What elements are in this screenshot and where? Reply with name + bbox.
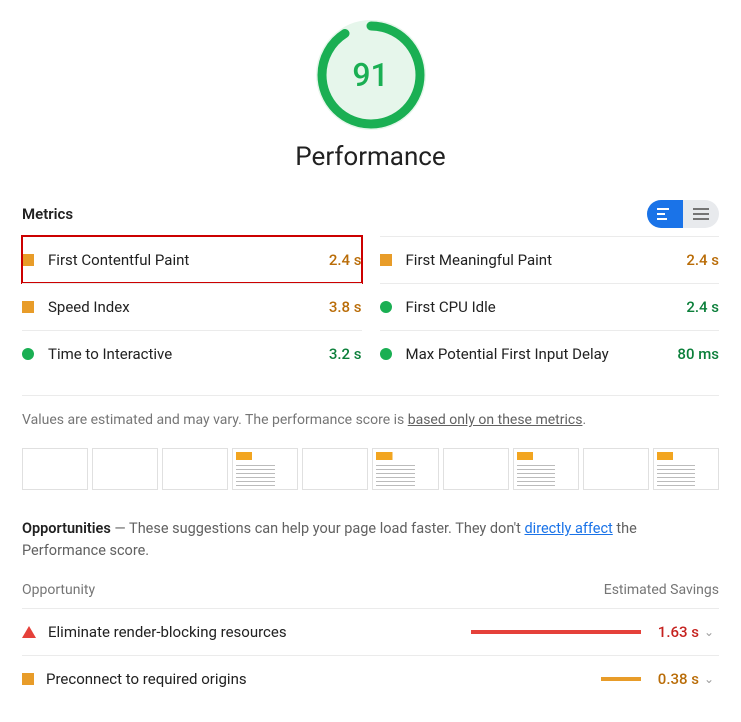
metric-value: 2.4 s bbox=[686, 298, 719, 316]
opportunities-header-row: Opportunity Estimated Savings bbox=[22, 582, 719, 608]
filmstrip-frame bbox=[232, 448, 298, 490]
performance-header: 91 Performance bbox=[22, 20, 719, 172]
filmstrip-frame bbox=[22, 448, 88, 490]
lines-long-icon bbox=[693, 208, 709, 220]
metric-name: Max Potential First Input Delay bbox=[406, 345, 678, 363]
circle-icon bbox=[22, 348, 34, 360]
chevron-down-icon: ⌄ bbox=[699, 625, 719, 639]
metric-name: First Contentful Paint bbox=[48, 251, 329, 269]
metric-value: 80 ms bbox=[677, 345, 719, 363]
square-icon bbox=[22, 301, 34, 313]
triangle-icon bbox=[22, 626, 36, 638]
savings-bar bbox=[441, 630, 641, 634]
directly-affect-link[interactable]: directly affect bbox=[524, 520, 612, 537]
metric-row[interactable]: Max Potential First Input Delay80 ms bbox=[380, 330, 720, 377]
savings-col-label: Estimated Savings bbox=[604, 582, 719, 598]
metric-row[interactable]: Speed Index3.8 s bbox=[22, 283, 362, 330]
circle-icon bbox=[380, 348, 392, 360]
metrics-heading: Metrics bbox=[22, 205, 73, 223]
opportunity-value: 1.63 s bbox=[641, 623, 699, 641]
opportunity-value: 0.38 s bbox=[641, 670, 699, 688]
filmstrip-frame bbox=[653, 448, 719, 490]
metric-row[interactable]: Time to Interactive3.2 s bbox=[22, 330, 362, 377]
metric-value: 3.8 s bbox=[329, 298, 362, 316]
opportunities-intro: Opportunities — These suggestions can he… bbox=[22, 518, 719, 562]
chevron-down-icon: ⌄ bbox=[699, 672, 719, 686]
metric-value: 3.2 s bbox=[329, 345, 362, 363]
filmstrip-frame bbox=[513, 448, 579, 490]
metric-name: First CPU Idle bbox=[406, 298, 687, 316]
view-compact-button[interactable] bbox=[647, 200, 683, 228]
filmstrip-frame bbox=[583, 448, 649, 490]
metrics-grid: First Contentful Paint2.4 sFirst Meaning… bbox=[22, 236, 719, 377]
metric-row[interactable]: First Contentful Paint2.4 s bbox=[22, 236, 362, 283]
filmstrip bbox=[22, 448, 719, 490]
square-icon bbox=[22, 673, 34, 685]
filmstrip-frame bbox=[443, 448, 509, 490]
opportunity-name: Eliminate render-blocking resources bbox=[48, 623, 441, 641]
metrics-note: Values are estimated and may vary. The p… bbox=[22, 395, 719, 428]
square-icon bbox=[22, 254, 34, 266]
opportunity-name: Preconnect to required origins bbox=[46, 670, 441, 688]
opportunities-list: Eliminate render-blocking resources 1.63 … bbox=[22, 608, 719, 702]
metrics-note-link[interactable]: based only on these metrics bbox=[408, 412, 583, 428]
metric-value: 2.4 s bbox=[686, 251, 719, 269]
score-gauge: 91 bbox=[316, 20, 426, 130]
score-value: 91 bbox=[316, 20, 426, 130]
filmstrip-frame bbox=[302, 448, 368, 490]
metric-row[interactable]: First CPU Idle2.4 s bbox=[380, 283, 720, 330]
savings-bar bbox=[441, 677, 641, 681]
circle-icon bbox=[380, 301, 392, 313]
filmstrip-frame bbox=[372, 448, 438, 490]
square-icon bbox=[380, 254, 392, 266]
view-toggle bbox=[647, 200, 719, 228]
view-expanded-button[interactable] bbox=[683, 200, 719, 228]
metric-value: 2.4 s bbox=[329, 251, 362, 269]
lines-short-icon bbox=[657, 208, 673, 220]
opportunity-row[interactable]: Preconnect to required origins 0.38 s⌄ bbox=[22, 655, 719, 702]
metric-name: Time to Interactive bbox=[48, 345, 329, 363]
metric-name: First Meaningful Paint bbox=[406, 251, 687, 269]
metric-row[interactable]: First Meaningful Paint2.4 s bbox=[380, 236, 720, 283]
page-title: Performance bbox=[22, 142, 719, 172]
opportunity-row[interactable]: Eliminate render-blocking resources 1.63 … bbox=[22, 608, 719, 655]
filmstrip-frame bbox=[92, 448, 158, 490]
filmstrip-frame bbox=[162, 448, 228, 490]
opportunity-col-label: Opportunity bbox=[22, 582, 95, 598]
metric-name: Speed Index bbox=[48, 298, 329, 316]
